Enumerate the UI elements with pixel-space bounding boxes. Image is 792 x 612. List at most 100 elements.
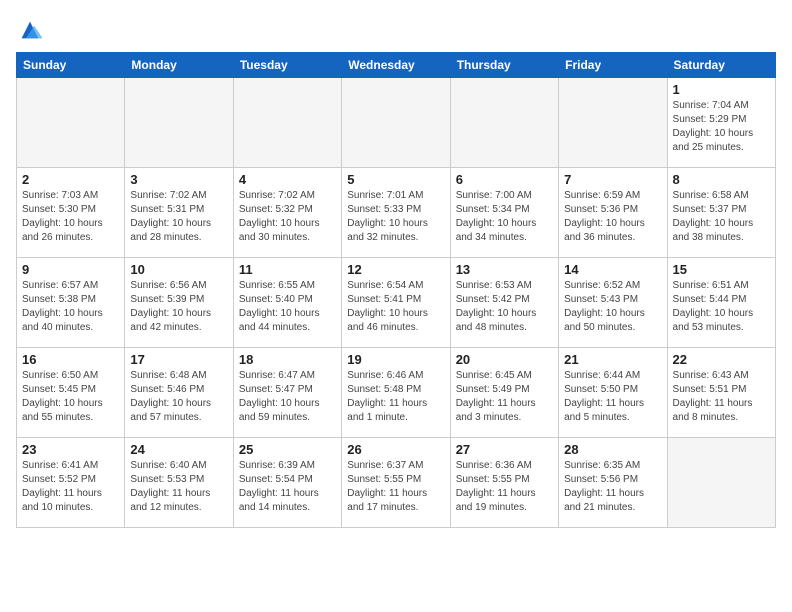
calendar-day-cell: 19 Sunrise: 6:46 AM Sunset: 5:48 PM Dayli… bbox=[342, 348, 450, 438]
weekday-header: Sunday bbox=[17, 53, 125, 78]
day-number: 11 bbox=[239, 262, 336, 277]
day-number: 20 bbox=[456, 352, 553, 367]
calendar-day-cell: 9 Sunrise: 6:57 AM Sunset: 5:38 PM Daylig… bbox=[17, 258, 125, 348]
calendar-day-cell: 11 Sunrise: 6:55 AM Sunset: 5:40 PM Dayli… bbox=[233, 258, 341, 348]
day-info: Sunrise: 6:39 AM Sunset: 5:54 PM Dayligh… bbox=[239, 459, 336, 515]
day-number: 3 bbox=[130, 172, 227, 187]
calendar-day-cell bbox=[667, 438, 775, 528]
calendar-day-cell bbox=[342, 78, 450, 168]
day-info: Sunrise: 6:45 AM Sunset: 5:49 PM Dayligh… bbox=[456, 369, 553, 425]
day-info: Sunrise: 6:48 AM Sunset: 5:46 PM Dayligh… bbox=[130, 369, 227, 425]
calendar-week-row: 2 Sunrise: 7:03 AM Sunset: 5:30 PM Daylig… bbox=[17, 168, 776, 258]
day-number: 26 bbox=[347, 442, 444, 457]
calendar-week-row: 23 Sunrise: 6:41 AM Sunset: 5:52 PM Dayli… bbox=[17, 438, 776, 528]
calendar-day-cell: 23 Sunrise: 6:41 AM Sunset: 5:52 PM Dayli… bbox=[17, 438, 125, 528]
weekday-header: Monday bbox=[125, 53, 233, 78]
day-info: Sunrise: 6:46 AM Sunset: 5:48 PM Dayligh… bbox=[347, 369, 444, 425]
weekday-header: Thursday bbox=[450, 53, 558, 78]
calendar-day-cell: 15 Sunrise: 6:51 AM Sunset: 5:44 PM Dayli… bbox=[667, 258, 775, 348]
calendar-day-cell: 2 Sunrise: 7:03 AM Sunset: 5:30 PM Daylig… bbox=[17, 168, 125, 258]
calendar-day-cell: 22 Sunrise: 6:43 AM Sunset: 5:51 PM Dayli… bbox=[667, 348, 775, 438]
day-info: Sunrise: 6:50 AM Sunset: 5:45 PM Dayligh… bbox=[22, 369, 119, 425]
calendar-week-row: 9 Sunrise: 6:57 AM Sunset: 5:38 PM Daylig… bbox=[17, 258, 776, 348]
logo bbox=[16, 16, 48, 44]
calendar-day-cell: 25Sunrise: 6:39 AM Sunset: 5:54 PM Dayli… bbox=[233, 438, 341, 528]
day-info: Sunrise: 6:36 AM Sunset: 5:55 PM Dayligh… bbox=[456, 459, 553, 515]
day-number: 19 bbox=[347, 352, 444, 367]
calendar-day-cell: 13Sunrise: 6:53 AM Sunset: 5:42 PM Dayli… bbox=[450, 258, 558, 348]
day-number: 9 bbox=[22, 262, 119, 277]
day-number: 8 bbox=[673, 172, 770, 187]
day-info: Sunrise: 6:35 AM Sunset: 5:56 PM Dayligh… bbox=[564, 459, 661, 515]
calendar-day-cell: 12 Sunrise: 6:54 AM Sunset: 5:41 PM Dayli… bbox=[342, 258, 450, 348]
day-number: 15 bbox=[673, 262, 770, 277]
day-info: Sunrise: 6:57 AM Sunset: 5:38 PM Dayligh… bbox=[22, 279, 119, 335]
day-info: Sunrise: 7:04 AM Sunset: 5:29 PM Dayligh… bbox=[673, 99, 770, 155]
day-number: 10 bbox=[130, 262, 227, 277]
day-info: Sunrise: 7:00 AM Sunset: 5:34 PM Dayligh… bbox=[456, 189, 553, 245]
calendar-day-cell: 16 Sunrise: 6:50 AM Sunset: 5:45 PM Dayli… bbox=[17, 348, 125, 438]
calendar-day-cell: 24 Sunrise: 6:40 AM Sunset: 5:53 PM Dayli… bbox=[125, 438, 233, 528]
calendar-day-cell: 28 Sunrise: 6:35 AM Sunset: 5:56 PM Dayli… bbox=[559, 438, 667, 528]
calendar-day-cell: 1 Sunrise: 7:04 AM Sunset: 5:29 PM Daylig… bbox=[667, 78, 775, 168]
day-info: Sunrise: 6:41 AM Sunset: 5:52 PM Dayligh… bbox=[22, 459, 119, 515]
calendar-day-cell bbox=[125, 78, 233, 168]
calendar-day-cell: 10 Sunrise: 6:56 AM Sunset: 5:39 PM Dayli… bbox=[125, 258, 233, 348]
day-number: 14 bbox=[564, 262, 661, 277]
weekday-header: Friday bbox=[559, 53, 667, 78]
day-number: 24 bbox=[130, 442, 227, 457]
day-info: Sunrise: 6:43 AM Sunset: 5:51 PM Dayligh… bbox=[673, 369, 770, 425]
weekday-header: Wednesday bbox=[342, 53, 450, 78]
calendar-day-cell bbox=[450, 78, 558, 168]
day-info: Sunrise: 6:54 AM Sunset: 5:41 PM Dayligh… bbox=[347, 279, 444, 335]
day-number: 16 bbox=[22, 352, 119, 367]
day-number: 6 bbox=[456, 172, 553, 187]
day-info: Sunrise: 6:37 AM Sunset: 5:55 PM Dayligh… bbox=[347, 459, 444, 515]
weekday-header: Tuesday bbox=[233, 53, 341, 78]
day-info: Sunrise: 7:03 AM Sunset: 5:30 PM Dayligh… bbox=[22, 189, 119, 245]
calendar-day-cell: 3 Sunrise: 7:02 AM Sunset: 5:31 PM Daylig… bbox=[125, 168, 233, 258]
day-number: 7 bbox=[564, 172, 661, 187]
calendar-day-cell: 14 Sunrise: 6:52 AM Sunset: 5:43 PM Dayli… bbox=[559, 258, 667, 348]
day-number: 5 bbox=[347, 172, 444, 187]
day-number: 4 bbox=[239, 172, 336, 187]
day-info: Sunrise: 6:47 AM Sunset: 5:47 PM Dayligh… bbox=[239, 369, 336, 425]
day-info: Sunrise: 6:59 AM Sunset: 5:36 PM Dayligh… bbox=[564, 189, 661, 245]
day-info: Sunrise: 6:56 AM Sunset: 5:39 PM Dayligh… bbox=[130, 279, 227, 335]
day-number: 28 bbox=[564, 442, 661, 457]
day-number: 2 bbox=[22, 172, 119, 187]
day-number: 22 bbox=[673, 352, 770, 367]
calendar-week-row: 16 Sunrise: 6:50 AM Sunset: 5:45 PM Dayli… bbox=[17, 348, 776, 438]
day-info: Sunrise: 6:52 AM Sunset: 5:43 PM Dayligh… bbox=[564, 279, 661, 335]
calendar-day-cell: 8 Sunrise: 6:58 AM Sunset: 5:37 PM Daylig… bbox=[667, 168, 775, 258]
day-number: 1 bbox=[673, 82, 770, 97]
calendar-day-cell: 21 Sunrise: 6:44 AM Sunset: 5:50 PM Dayli… bbox=[559, 348, 667, 438]
calendar-day-cell: 17 Sunrise: 6:48 AM Sunset: 5:46 PM Dayli… bbox=[125, 348, 233, 438]
day-number: 17 bbox=[130, 352, 227, 367]
day-info: Sunrise: 6:53 AM Sunset: 5:42 PM Dayligh… bbox=[456, 279, 553, 335]
calendar-day-cell: 27 Sunrise: 6:36 AM Sunset: 5:55 PM Dayli… bbox=[450, 438, 558, 528]
logo-icon bbox=[16, 16, 44, 44]
calendar-day-cell: 26 Sunrise: 6:37 AM Sunset: 5:55 PM Dayli… bbox=[342, 438, 450, 528]
day-number: 27 bbox=[456, 442, 553, 457]
day-number: 12 bbox=[347, 262, 444, 277]
day-info: Sunrise: 6:40 AM Sunset: 5:53 PM Dayligh… bbox=[130, 459, 227, 515]
day-number: 23 bbox=[22, 442, 119, 457]
calendar-table: SundayMondayTuesdayWednesdayThursdayFrid… bbox=[16, 52, 776, 528]
day-info: Sunrise: 6:51 AM Sunset: 5:44 PM Dayligh… bbox=[673, 279, 770, 335]
calendar-day-cell: 7 Sunrise: 6:59 AM Sunset: 5:36 PM Daylig… bbox=[559, 168, 667, 258]
calendar-day-cell: 5 Sunrise: 7:01 AM Sunset: 5:33 PM Daylig… bbox=[342, 168, 450, 258]
day-info: Sunrise: 6:55 AM Sunset: 5:40 PM Dayligh… bbox=[239, 279, 336, 335]
day-info: Sunrise: 7:02 AM Sunset: 5:31 PM Dayligh… bbox=[130, 189, 227, 245]
day-info: Sunrise: 6:58 AM Sunset: 5:37 PM Dayligh… bbox=[673, 189, 770, 245]
day-number: 21 bbox=[564, 352, 661, 367]
day-number: 18 bbox=[239, 352, 336, 367]
calendar-day-cell: 20 Sunrise: 6:45 AM Sunset: 5:49 PM Dayli… bbox=[450, 348, 558, 438]
calendar-header-row: SundayMondayTuesdayWednesdayThursdayFrid… bbox=[17, 53, 776, 78]
calendar-day-cell: 6 Sunrise: 7:00 AM Sunset: 5:34 PM Daylig… bbox=[450, 168, 558, 258]
day-info: Sunrise: 7:01 AM Sunset: 5:33 PM Dayligh… bbox=[347, 189, 444, 245]
calendar-day-cell bbox=[559, 78, 667, 168]
weekday-header: Saturday bbox=[667, 53, 775, 78]
day-info: Sunrise: 6:44 AM Sunset: 5:50 PM Dayligh… bbox=[564, 369, 661, 425]
calendar-day-cell: 4Sunrise: 7:02 AM Sunset: 5:32 PM Daylig… bbox=[233, 168, 341, 258]
